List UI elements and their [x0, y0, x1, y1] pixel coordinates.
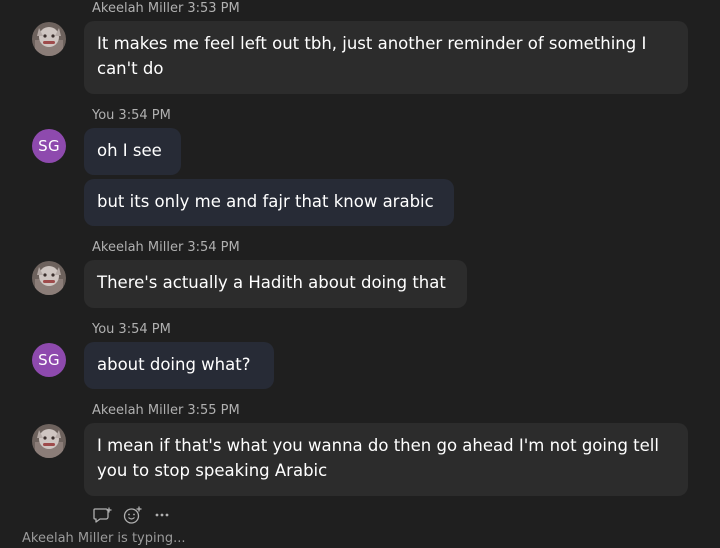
message-bubble[interactable]: but its only me and fajr that know arabi… — [84, 179, 454, 226]
avatar-you[interactable]: SG — [32, 129, 66, 163]
message-time: 3:54 PM — [118, 322, 171, 337]
message-text: There's actually a Hadith about doing th… — [97, 273, 446, 292]
message-meta: You 3:54 PM — [92, 322, 171, 337]
avatar-photo-icon — [32, 261, 66, 295]
message-text: about doing what? — [97, 355, 251, 374]
avatar-you[interactable]: SG — [32, 343, 66, 377]
message-text: It makes me feel left out tbh, just anot… — [97, 34, 647, 78]
message-bubble[interactable]: I mean if that's what you wanna do then … — [84, 423, 688, 496]
message-meta: Akeelah Miller 3:55 PM — [92, 403, 240, 418]
avatar-akeelah[interactable] — [32, 261, 66, 295]
avatar-akeelah[interactable] — [32, 22, 66, 56]
sender-name: You — [92, 108, 115, 123]
message-time: 3:53 PM — [187, 1, 240, 16]
sender-name: Akeelah Miller — [92, 1, 184, 16]
sender-name: You — [92, 322, 115, 337]
message-time: 3:54 PM — [118, 108, 171, 123]
message-actions — [92, 505, 182, 525]
avatar-initials: SG — [38, 137, 60, 155]
message-text: but its only me and fajr that know arabi… — [97, 192, 434, 211]
message-bubble[interactable]: about doing what? — [84, 342, 274, 389]
emoji-react-icon[interactable] — [122, 505, 142, 525]
message-text: oh I see — [97, 141, 162, 160]
more-options-icon[interactable] — [152, 505, 172, 525]
avatar-photo-icon — [32, 22, 66, 56]
message-meta: Akeelah Miller 3:54 PM — [92, 240, 240, 255]
message-bubble[interactable]: oh I see — [84, 128, 181, 175]
avatar-photo-icon — [32, 424, 66, 458]
avatar-initials: SG — [38, 351, 60, 369]
message-meta: You 3:54 PM — [92, 108, 171, 123]
message-bubble[interactable]: It makes me feel left out tbh, just anot… — [84, 21, 688, 94]
sender-name: Akeelah Miller — [92, 403, 184, 418]
sender-name: Akeelah Miller — [92, 240, 184, 255]
message-text: I mean if that's what you wanna do then … — [97, 436, 659, 480]
typing-indicator: Akeelah Miller is typing... — [22, 531, 186, 546]
message-time: 3:54 PM — [187, 240, 240, 255]
message-time: 3:55 PM — [187, 403, 240, 418]
avatar-akeelah[interactable] — [32, 424, 66, 458]
message-bubble[interactable]: There's actually a Hadith about doing th… — [84, 260, 467, 308]
reply-icon[interactable] — [92, 505, 112, 525]
message-meta: Akeelah Miller 3:53 PM — [92, 1, 240, 16]
